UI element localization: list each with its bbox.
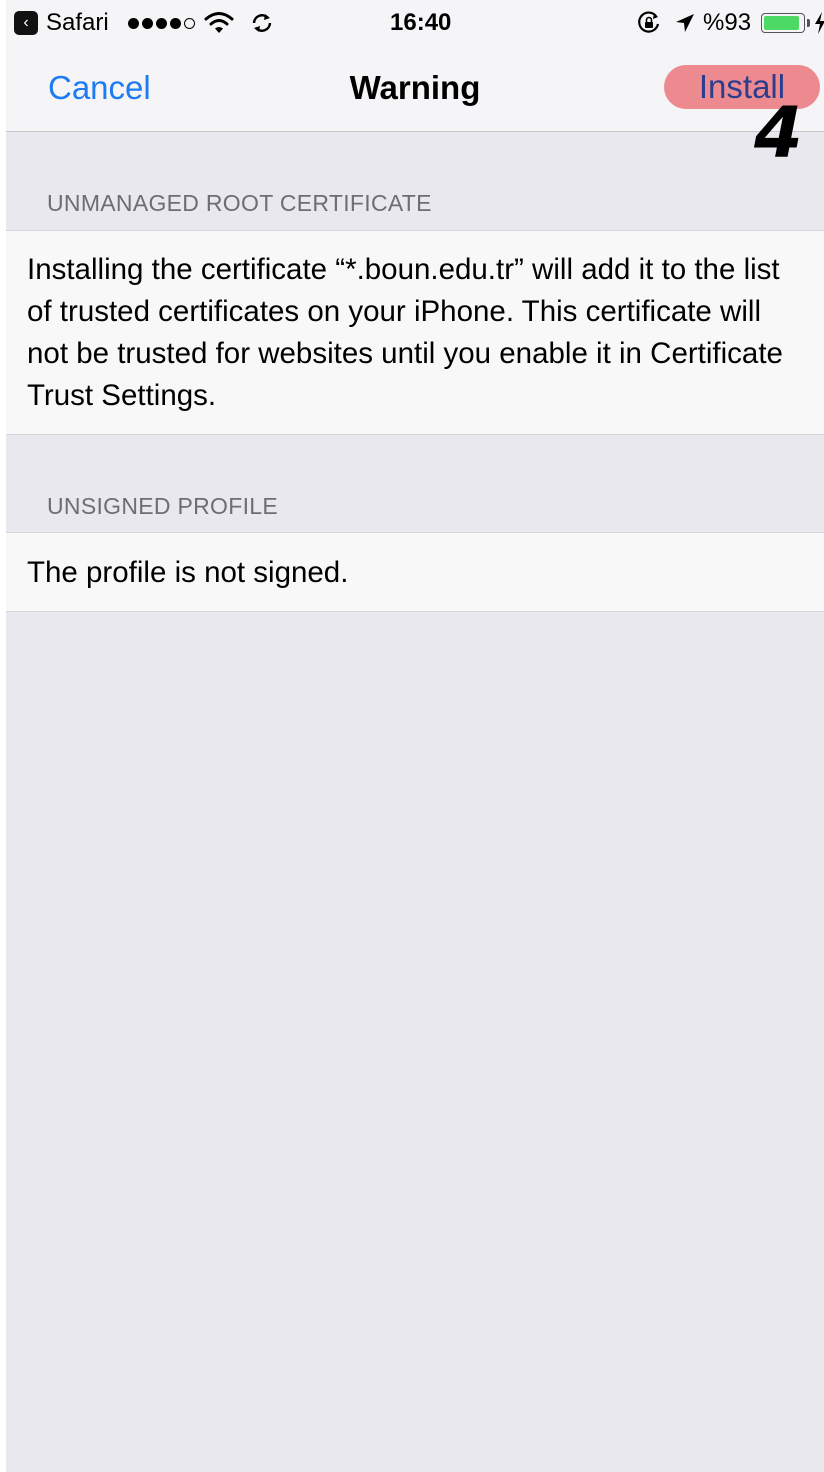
sync-icon (252, 14, 272, 32)
back-to-app-label[interactable]: Safari (46, 8, 109, 38)
battery-cap (807, 19, 810, 27)
signal-strength-icon (128, 12, 195, 34)
charging-bolt-icon (815, 12, 824, 34)
battery-percentage: %93 (703, 9, 752, 36)
certificate-warning-text: Installing the certificate “*.boun.edu.t… (27, 253, 783, 412)
clock: 16:40 (390, 9, 452, 36)
status-bar: ‹ Safari 16:40 %93 (6, 0, 824, 46)
battery-fill (764, 16, 800, 30)
unsigned-profile-text: The profile is not signed. (27, 556, 349, 589)
battery-icon (761, 13, 805, 33)
step-number-annotation: 4 (754, 92, 803, 174)
certificate-warning-cell: Installing the certificate “*.boun.edu.t… (6, 230, 824, 435)
wifi-icon (204, 12, 234, 33)
section-header-unsigned-profile: UNSIGNED PROFILE (47, 493, 279, 519)
rotation-lock-icon (638, 11, 660, 33)
section-header-unmanaged-root-certificate: UNMANAGED ROOT CERTIFICATE (47, 190, 432, 216)
location-arrow-icon (676, 14, 694, 32)
unsigned-profile-cell: The profile is not signed. (6, 532, 824, 612)
back-arrow-icon[interactable]: ‹ (14, 11, 38, 35)
screen: ‹ Safari 16:40 %93 Cancel Warning Instal… (6, 0, 824, 1472)
navigation-bar: Cancel Warning Install (6, 46, 824, 132)
